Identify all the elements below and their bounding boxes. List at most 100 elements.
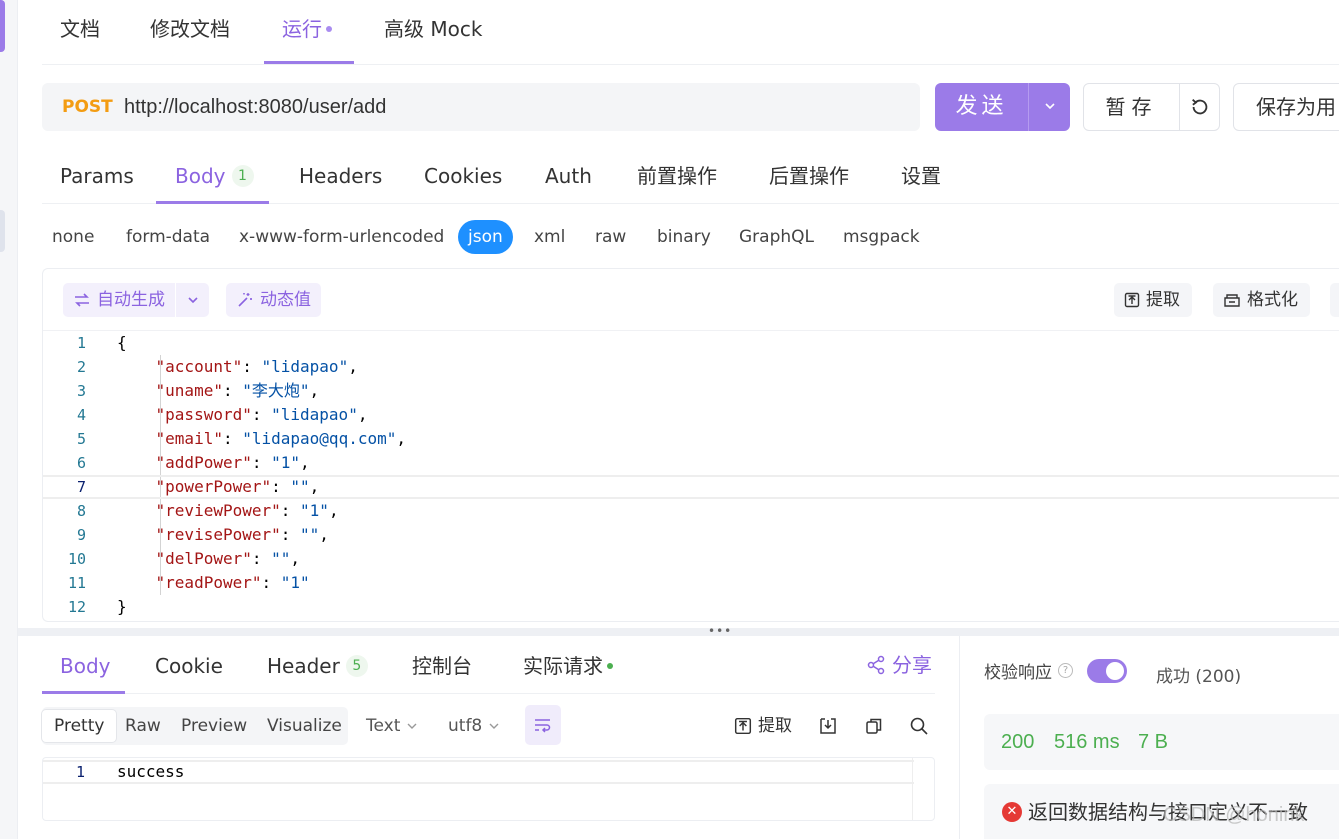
tab-post-ops[interactable]: 后置操作 bbox=[769, 150, 849, 204]
resp-tab-cookie[interactable]: Cookie bbox=[155, 640, 223, 694]
copy-icon[interactable] bbox=[864, 711, 884, 741]
drag-handle-icon[interactable]: ••• bbox=[708, 624, 732, 638]
resp-tab-actual-request-label: 实际请求 bbox=[523, 654, 603, 678]
panel-splitter[interactable]: ••• bbox=[18, 624, 1339, 638]
json-value: "" bbox=[271, 549, 291, 568]
resp-tab-console[interactable]: 控制台 bbox=[412, 640, 472, 694]
code-line: 10 "delPower": "", bbox=[43, 547, 1339, 571]
url-input[interactable]: http://localhost:8080/user/add bbox=[124, 83, 386, 131]
view-raw[interactable]: Raw bbox=[125, 710, 161, 742]
line-number: 6 bbox=[76, 454, 86, 472]
body-type-urlencoded[interactable]: x-www-form-urlencoded bbox=[239, 220, 444, 254]
encoding-select[interactable]: utf8 bbox=[448, 707, 500, 745]
wrap-icon bbox=[533, 717, 553, 733]
view-visualize[interactable]: Visualize bbox=[267, 710, 342, 742]
send-button[interactable]: 发送 bbox=[935, 83, 1070, 131]
response-stats: 200 516 ms 7 B bbox=[984, 714, 1339, 770]
response-body-viewer[interactable]: 1 success bbox=[42, 757, 935, 821]
url-bar[interactable]: POST http://localhost:8080/user/add bbox=[42, 83, 920, 131]
save-temp-button[interactable]: 暂存 bbox=[1083, 83, 1220, 131]
extract-label: 提取 bbox=[1146, 290, 1180, 310]
json-key: "addPower" bbox=[155, 453, 252, 472]
chevron-down-icon bbox=[406, 722, 418, 730]
tab-edit-docs[interactable]: 修改文档 bbox=[150, 0, 230, 64]
tab-params[interactable]: Params bbox=[60, 150, 134, 204]
toggle-knob bbox=[1106, 661, 1124, 680]
search-icon[interactable] bbox=[909, 711, 929, 741]
share-label: 分享 bbox=[892, 653, 932, 677]
auto-generate-button[interactable]: 自动生成 bbox=[63, 283, 209, 317]
download-icon[interactable] bbox=[818, 711, 838, 741]
extract-button[interactable]: 提取 bbox=[1114, 283, 1192, 317]
body-type-xml[interactable]: xml bbox=[534, 220, 565, 254]
code-text: "readPower": "1" bbox=[155, 573, 310, 592]
tab-settings[interactable]: 设置 bbox=[901, 150, 941, 204]
line-number: 2 bbox=[76, 358, 86, 376]
line-number: 1 bbox=[75, 763, 85, 781]
sidebar-marker bbox=[0, 210, 5, 252]
view-pretty[interactable]: Pretty bbox=[42, 710, 117, 742]
json-key: "reviewPower" bbox=[155, 501, 281, 520]
json-punct: , bbox=[319, 525, 329, 544]
tab-pre-ops[interactable]: 前置操作 bbox=[637, 150, 717, 204]
format-select[interactable]: Text bbox=[366, 707, 418, 745]
view-preview[interactable]: Preview bbox=[181, 710, 247, 742]
help-icon[interactable]: ? bbox=[1058, 663, 1073, 678]
code-line: 6 "addPower": "1", bbox=[43, 451, 1339, 475]
tab-body[interactable]: Body 1 bbox=[175, 150, 254, 204]
body-type-json[interactable]: json bbox=[458, 220, 513, 254]
share-button[interactable]: 分享 bbox=[866, 650, 932, 680]
save-as-button[interactable]: 保存为用 bbox=[1233, 83, 1339, 131]
body-type-binary[interactable]: binary bbox=[657, 220, 711, 254]
tab-run[interactable]: 运行 bbox=[282, 0, 332, 64]
tab-docs[interactable]: 文档 bbox=[60, 0, 100, 64]
chevron-down-icon[interactable] bbox=[175, 283, 209, 317]
resp-tab-header[interactable]: Header 5 bbox=[267, 640, 368, 694]
top-tab-bar: 文档 修改文档 运行 高级 Mock bbox=[42, 0, 1339, 65]
body-type-raw[interactable]: raw bbox=[595, 220, 626, 254]
line-number: 1 bbox=[76, 334, 86, 352]
header-count-badge: 5 bbox=[345, 654, 368, 677]
code-line: 2 "account": "lidapao", bbox=[43, 355, 1339, 379]
resp-tab-body[interactable]: Body bbox=[60, 640, 111, 694]
line-number: 10 bbox=[67, 550, 86, 568]
verify-label: 校验响应 bbox=[984, 663, 1052, 683]
http-method[interactable]: POST bbox=[62, 83, 113, 131]
format-button[interactable]: 格式化 bbox=[1213, 283, 1310, 317]
code-line: 1{ bbox=[43, 331, 1339, 355]
json-key: "revisePower" bbox=[155, 525, 281, 544]
resp-extract-button[interactable]: 提取 bbox=[734, 711, 792, 741]
code-area[interactable]: 1{ 2 "account": "lidapao", 3 "uname": "李… bbox=[43, 331, 1339, 619]
body-type-graphql[interactable]: GraphQL bbox=[739, 220, 814, 254]
body-type-form-data[interactable]: form-data bbox=[126, 220, 210, 254]
refresh-icon[interactable] bbox=[1180, 84, 1220, 130]
tab-headers[interactable]: Headers bbox=[299, 150, 382, 204]
code-line: 3 "uname": "李大炮", bbox=[43, 379, 1339, 403]
code-text: "reviewPower": "1", bbox=[155, 501, 339, 520]
resp-tab-actual-request[interactable]: 实际请求 bbox=[523, 640, 613, 694]
json-value: "1" bbox=[300, 501, 329, 520]
format-select-value: Text bbox=[366, 716, 401, 736]
watermark: CSDN @honink bbox=[1163, 804, 1305, 826]
tab-auth[interactable]: Auth bbox=[545, 150, 592, 204]
code-line: 12} bbox=[43, 595, 1339, 619]
more-tool-button[interactable] bbox=[1330, 283, 1339, 317]
tab-cookies[interactable]: Cookies bbox=[424, 150, 502, 204]
json-punct: , bbox=[290, 549, 301, 568]
verify-toggle[interactable] bbox=[1087, 658, 1127, 683]
json-punct: , bbox=[328, 501, 339, 520]
dynamic-value-button[interactable]: 动态值 bbox=[226, 283, 321, 317]
json-punct: , bbox=[309, 381, 320, 400]
body-type-none[interactable]: none bbox=[52, 220, 94, 254]
send-dropdown-icon[interactable] bbox=[1029, 83, 1070, 131]
response-tab-bar: Body Cookie Header 5 控制台 实际请求 bbox=[42, 640, 935, 694]
json-punct: , bbox=[348, 357, 358, 376]
vertical-scrollbar[interactable] bbox=[912, 758, 934, 820]
response-tab-underline bbox=[42, 691, 125, 694]
code-text: "addPower": "1", bbox=[155, 453, 310, 472]
tab-advanced-mock[interactable]: 高级 Mock bbox=[384, 0, 482, 64]
json-key: "delPower" bbox=[155, 549, 252, 568]
line-number: 11 bbox=[67, 574, 86, 592]
word-wrap-button[interactable] bbox=[525, 705, 561, 745]
body-type-msgpack[interactable]: msgpack bbox=[843, 220, 920, 254]
